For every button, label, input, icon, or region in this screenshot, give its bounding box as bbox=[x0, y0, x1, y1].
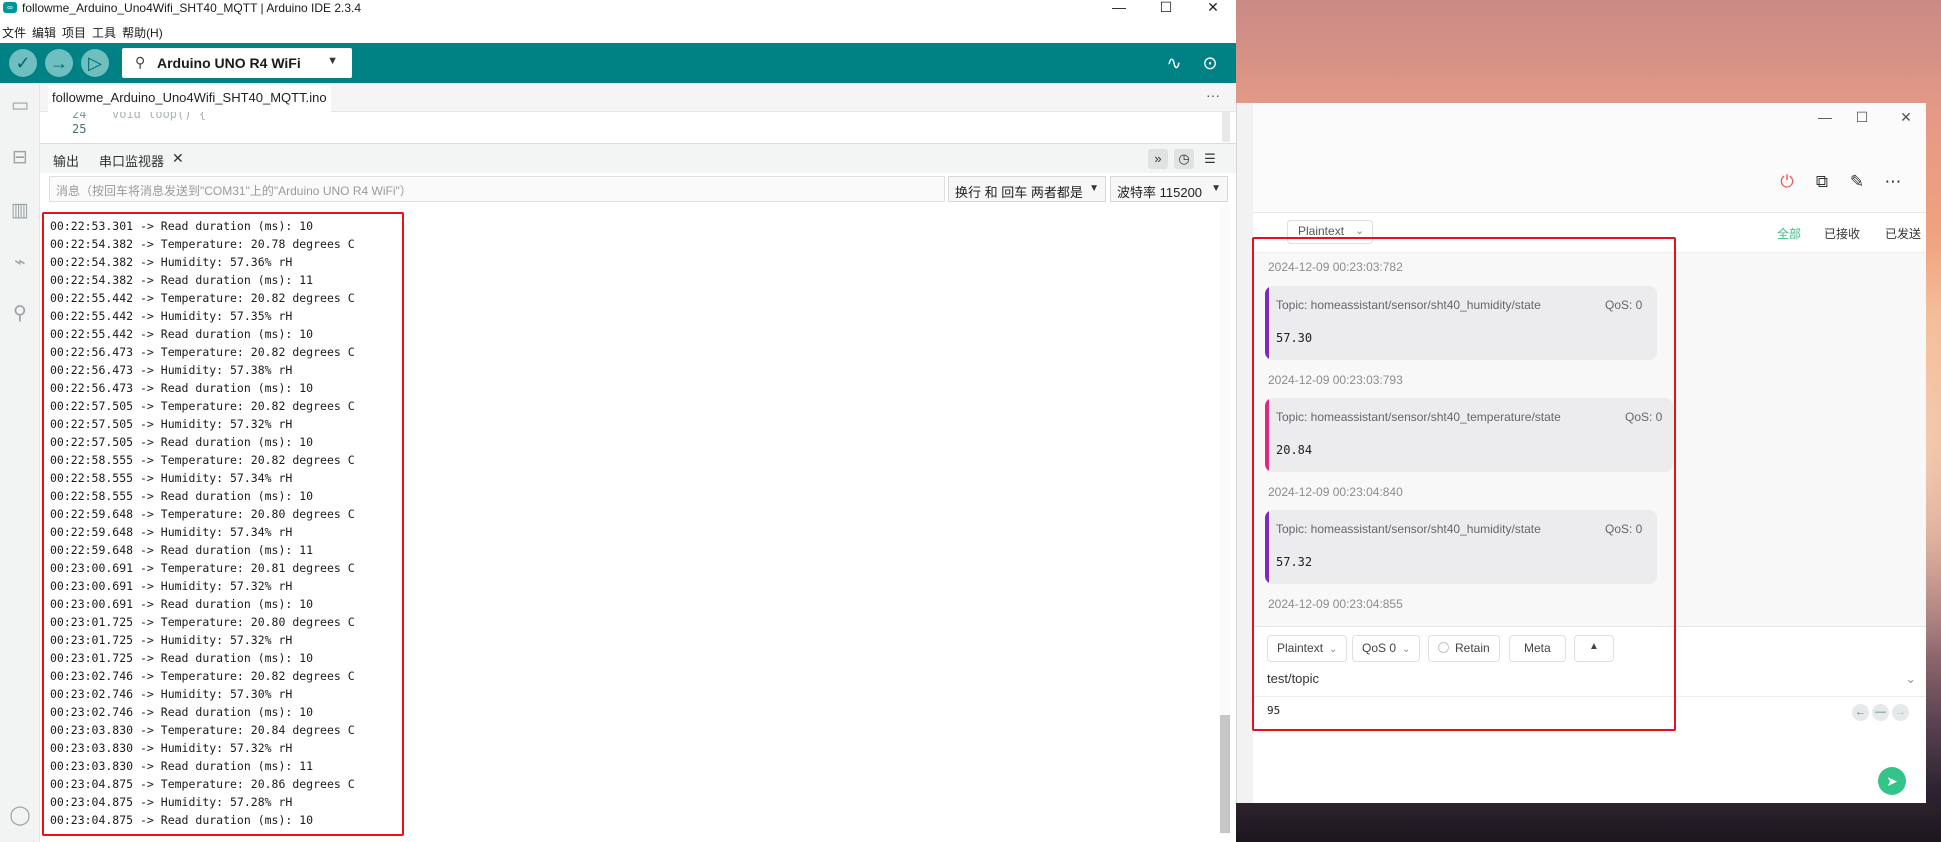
ide-maximize-button[interactable]: ☐ bbox=[1143, 0, 1189, 16]
autoscroll-icon[interactable]: » bbox=[1148, 149, 1168, 169]
board-name: Arduino UNO R4 WiFi bbox=[157, 55, 301, 71]
filter-received[interactable]: 已接收 bbox=[1824, 225, 1860, 242]
ide-toolbar: ✓ → ▷ ⚲ Arduino UNO R4 WiFi ▼ ∿ ⊙ bbox=[0, 43, 1236, 83]
serial-plotter-icon[interactable]: ∿ bbox=[1161, 51, 1187, 75]
filter-sent[interactable]: 已发送 bbox=[1885, 225, 1921, 242]
tab-serial-monitor[interactable]: 串口监视器 bbox=[99, 151, 164, 170]
serial-input-bar: 消息（按回车将消息发送到"COM31"上的"Arduino UNO R4 WiF… bbox=[40, 174, 1236, 204]
edit-icon[interactable]: ✎ bbox=[1844, 169, 1870, 195]
arduino-logo-icon: ∞ bbox=[3, 2, 17, 13]
serial-highlight-box bbox=[42, 212, 404, 836]
ide-side-rail: ▭ ⊟ ▥ ⌁ ⚲ ◯ bbox=[0, 83, 40, 842]
folder-icon[interactable]: ▭ bbox=[7, 93, 33, 119]
mqtt-close-button[interactable]: ✕ bbox=[1891, 109, 1921, 129]
timestamp-icon[interactable]: ◷ bbox=[1174, 149, 1194, 169]
verify-button[interactable]: ✓ bbox=[9, 49, 37, 77]
boards-icon[interactable]: ⊟ bbox=[7, 145, 33, 171]
debug-button[interactable]: ▷ bbox=[81, 49, 109, 77]
upload-button[interactable]: → bbox=[45, 49, 73, 77]
serial-monitor-output[interactable]: 00:22:53.301 -> Read duration (ms): 10 00… bbox=[40, 207, 1236, 842]
tab-output[interactable]: 输出 bbox=[53, 151, 79, 170]
ide-title-bar: ∞ followme_Arduino_Uno4Wifi_SHT40_MQTT |… bbox=[0, 0, 1236, 16]
mqtt-minimize-button[interactable]: — bbox=[1810, 109, 1840, 129]
ide-window-title: followme_Arduino_Uno4Wifi_SHT40_MQTT | A… bbox=[22, 1, 362, 15]
editor-scrollbar[interactable] bbox=[1222, 112, 1230, 142]
close-icon[interactable]: ✕ bbox=[172, 150, 184, 167]
more-icon[interactable]: ··· bbox=[1206, 87, 1220, 103]
filter-all[interactable]: 全部 bbox=[1777, 225, 1801, 242]
new-window-icon[interactable]: ⧉ bbox=[1809, 169, 1835, 195]
history-reset-icon[interactable]: — bbox=[1872, 704, 1889, 721]
arduino-ide-window: ∞ followme_Arduino_Uno4Wifi_SHT40_MQTT |… bbox=[0, 0, 1236, 842]
payload-type-value: Plaintext bbox=[1298, 224, 1345, 238]
baud-rate-value: 波特率 115200 bbox=[1117, 185, 1203, 200]
board-selector[interactable]: ⚲ Arduino UNO R4 WiFi ▼ bbox=[122, 48, 352, 78]
file-tab-bar: followme_Arduino_Uno4Wifi_SHT40_MQTT.ino… bbox=[40, 83, 1236, 112]
chevron-down-icon: ▼ bbox=[327, 55, 338, 67]
line-ending-value: 换行 和 回车 两者都是 bbox=[955, 185, 1083, 200]
chevron-down-icon: ▼ bbox=[1089, 183, 1099, 194]
profile-icon[interactable]: ◯ bbox=[7, 803, 33, 829]
line-ending-select[interactable]: 换行 和 回车 两者都是 ▼ bbox=[948, 176, 1106, 202]
history-forward-icon[interactable]: → bbox=[1892, 704, 1909, 721]
chevron-down-icon: ▼ bbox=[1211, 183, 1221, 194]
code-line: void loop() { bbox=[112, 112, 206, 121]
bottom-panel-tabs: 输出 串口监视器 ✕ » ◷ ☰ bbox=[40, 143, 1236, 173]
library-icon[interactable]: ▥ bbox=[7, 198, 33, 224]
debug-icon[interactable]: ⌁ bbox=[7, 250, 33, 276]
menu-help[interactable]: 帮助(H) bbox=[120, 21, 167, 41]
ide-close-button[interactable]: ✕ bbox=[1190, 0, 1236, 16]
code-editor[interactable]: 24 void loop() { 25 bbox=[40, 112, 1236, 142]
chevron-down-icon: ⌄ bbox=[1354, 225, 1365, 237]
menu-edit[interactable]: 编辑 bbox=[30, 21, 60, 41]
mqtt-sidebar bbox=[1237, 103, 1253, 803]
send-icon[interactable]: ➤ bbox=[1878, 767, 1906, 795]
history-back-icon[interactable]: ← bbox=[1852, 704, 1869, 721]
menu-tools[interactable]: 工具 bbox=[90, 21, 120, 41]
menu-sketch[interactable]: 项目 bbox=[60, 21, 90, 41]
usb-icon: ⚲ bbox=[135, 54, 146, 70]
mqtt-maximize-button[interactable]: ☐ bbox=[1847, 109, 1877, 129]
disconnect-icon[interactable]: ⏻ bbox=[1774, 169, 1800, 195]
file-tab-ino[interactable]: followme_Arduino_Uno4Wifi_SHT40_MQTT.ino bbox=[48, 85, 331, 112]
line-number: 24 bbox=[72, 112, 87, 121]
ide-menu-bar: 文件 编辑 项目 工具 帮助(H) bbox=[0, 21, 167, 41]
clear-output-icon[interactable]: ☰ bbox=[1200, 149, 1220, 169]
line-number: 25 bbox=[72, 122, 87, 136]
baud-rate-select[interactable]: 波特率 115200 ▼ bbox=[1110, 176, 1228, 202]
serial-scrollbar-thumb[interactable] bbox=[1220, 715, 1230, 833]
mqtt-highlight-box bbox=[1252, 237, 1676, 731]
serial-monitor-icon[interactable]: ⊙ bbox=[1197, 51, 1223, 75]
menu-file[interactable]: 文件 bbox=[0, 21, 30, 41]
mqtt-header: — ☐ ✕ ⏻ ⧉ ✎ ⋯ bbox=[1253, 103, 1926, 213]
ide-minimize-button[interactable]: — bbox=[1096, 0, 1142, 16]
serial-message-input[interactable]: 消息（按回车将消息发送到"COM31"上的"Arduino UNO R4 WiF… bbox=[49, 176, 945, 202]
search-icon[interactable]: ⚲ bbox=[7, 301, 33, 327]
chevron-down-icon[interactable]: ⌄ bbox=[1905, 671, 1916, 687]
more-icon[interactable]: ⋯ bbox=[1880, 169, 1906, 195]
